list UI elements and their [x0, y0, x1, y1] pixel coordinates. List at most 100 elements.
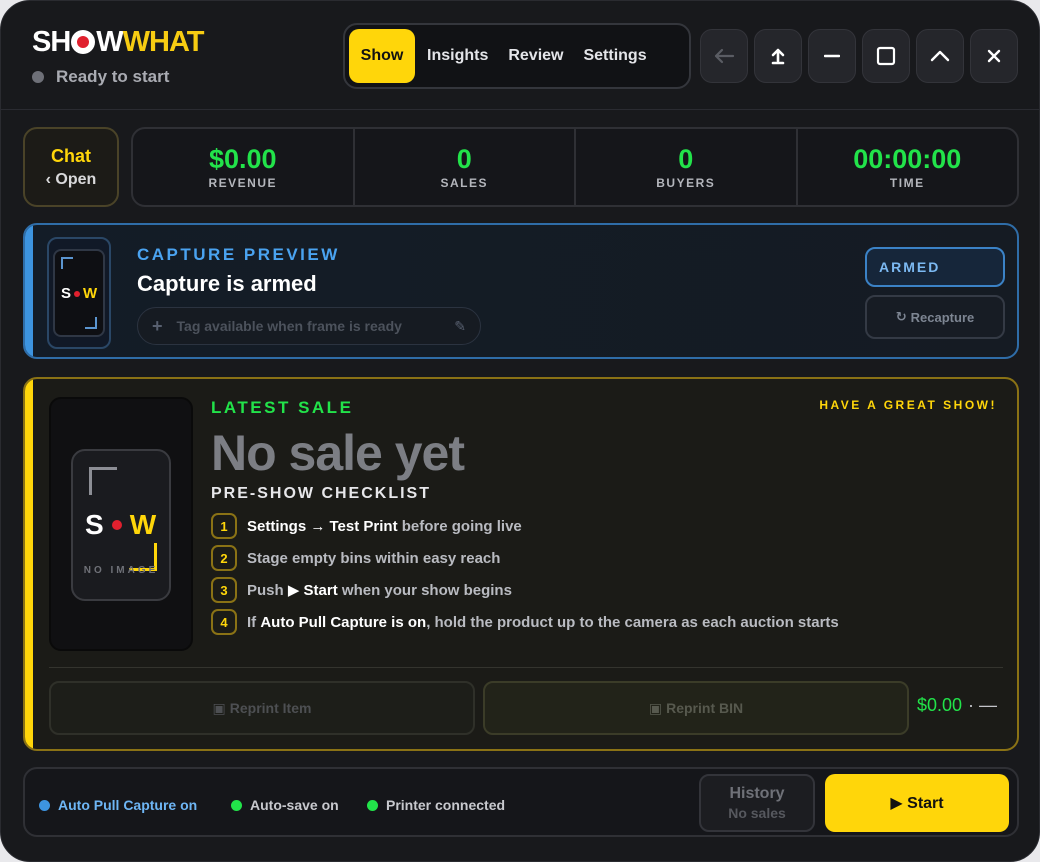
- stat-time-value: 00:00:00: [853, 144, 962, 174]
- status-dot-icon: [367, 799, 378, 811]
- reprint-bin-label: Reprint BIN: [666, 700, 744, 716]
- logo-text-w: W: [96, 26, 123, 58]
- refresh-icon: ↻: [895, 309, 907, 324]
- app-window: SH WWHAT Ready to start Show Insights Rev…: [0, 0, 1040, 862]
- record-dot-icon: [74, 290, 81, 297]
- armed-button[interactable]: ARMED: [865, 247, 1005, 287]
- tab-review[interactable]: Review: [500, 29, 571, 83]
- checklist-item: 1 Settings → Test Print before going liv…: [211, 513, 522, 539]
- status-dot-icon: [231, 799, 242, 811]
- close-button[interactable]: [970, 29, 1018, 83]
- stat-sales: 0 SALES: [355, 129, 576, 205]
- stat-buyers-value: 0: [678, 144, 694, 174]
- capture-accent-bar: [25, 225, 33, 357]
- capture-thumbnail[interactable]: S W: [47, 237, 111, 349]
- history-title: History: [729, 785, 785, 802]
- sale-image-placeholder: S W NO IMAGE: [49, 397, 193, 651]
- history-subtitle: No sales: [728, 805, 786, 821]
- stat-buyers: 0 BUYERS: [576, 129, 798, 205]
- placeholder-logo-s: S: [85, 509, 104, 540]
- thumbnail-logo-s: S: [61, 285, 72, 302]
- maximize-icon: [876, 46, 896, 66]
- checklist-number: 3: [211, 577, 237, 603]
- reprint-item-label: Reprint Item: [229, 700, 312, 716]
- stat-revenue-label: REVENUE: [208, 176, 277, 190]
- checklist-number: 2: [211, 545, 237, 571]
- sale-headline: No sale yet: [211, 425, 465, 481]
- checklist-title: PRE-SHOW CHECKLIST: [211, 485, 431, 502]
- stats-panel: $0.00 REVENUE 0 SALES 0 BUYERS 00:00:00 …: [131, 127, 1019, 207]
- latest-sale-kicker: LATEST SALE: [211, 398, 354, 417]
- tab-settings[interactable]: Settings: [575, 29, 654, 83]
- status-dot-icon: [39, 799, 50, 811]
- checklist-text: Settings → Test Print before going live: [247, 517, 522, 535]
- reprint-bin-button[interactable]: ▣ Reprint BIN: [483, 681, 909, 735]
- placeholder-logo: S W: [85, 509, 156, 541]
- frame-corner-icon: [89, 467, 117, 495]
- indicator-autosave: Auto-save on: [231, 797, 339, 813]
- back-button[interactable]: [700, 29, 748, 83]
- checklist-item: 2 Stage empty bins within easy reach: [211, 545, 500, 571]
- recapture-label: Recapture: [910, 309, 975, 325]
- chat-open-button[interactable]: Chat ‹ Open: [23, 127, 119, 207]
- reprint-item-button[interactable]: ▣ Reprint Item: [49, 681, 475, 735]
- indicator-label: Printer connected: [386, 797, 506, 813]
- app-logo: SH WWHAT: [32, 25, 204, 59]
- export-button[interactable]: [754, 29, 802, 83]
- thumbnail-logo-w: W: [83, 285, 98, 302]
- logo-text-sh: SH: [32, 26, 71, 58]
- minimize-button[interactable]: [808, 29, 856, 83]
- capture-title: Capture is armed: [137, 271, 317, 296]
- placeholder-logo-w: W: [129, 509, 157, 540]
- sale-price-value: $0.00: [917, 695, 963, 715]
- arrow-left-icon: [714, 48, 735, 64]
- indicator-label: Auto-save on: [250, 797, 339, 813]
- indicator-auto-pull: Auto Pull Capture on: [39, 797, 197, 813]
- chevron-up-icon: [930, 50, 950, 62]
- no-image-label: NO IMAGE: [83, 565, 159, 576]
- recapture-button[interactable]: ↻ Recapture: [865, 295, 1005, 339]
- pencil-icon: ✎: [454, 317, 466, 334]
- tag-input[interactable]: + Tag available when frame is ready ✎: [137, 307, 481, 345]
- maximize-button[interactable]: [862, 29, 910, 83]
- logo-record-dot: [71, 30, 96, 54]
- capture-kicker: CAPTURE PREVIEW: [137, 245, 340, 264]
- sale-accent-bar: [25, 379, 33, 749]
- history-button[interactable]: History No sales: [699, 774, 815, 832]
- latest-sale-panel: S W NO IMAGE LATEST SALE HAVE A GREAT SH…: [23, 377, 1019, 751]
- indicator-printer: Printer connected: [367, 797, 505, 813]
- main-tabs: Show Insights Review Settings: [343, 23, 691, 89]
- tab-show[interactable]: Show: [349, 29, 415, 83]
- sale-divider: [49, 667, 1003, 668]
- greeting-text: HAVE A GREAT SHOW!: [819, 398, 997, 412]
- checklist-text: Stage empty bins within easy reach: [247, 549, 501, 567]
- frame-corner-icon: [85, 317, 97, 329]
- tab-insights[interactable]: Insights: [419, 29, 496, 83]
- frame-corner-icon: [61, 257, 73, 269]
- stat-time: 00:00:00 TIME: [798, 129, 1018, 205]
- printer-icon: ▣: [212, 699, 226, 716]
- start-button[interactable]: ▶ Start: [825, 774, 1009, 832]
- checklist-number: 4: [211, 609, 237, 635]
- close-icon: [987, 49, 1001, 63]
- checklist-number: 1: [211, 513, 237, 539]
- checklist-text: If Auto Pull Capture is on, hold the pro…: [247, 613, 839, 631]
- stat-revenue: $0.00 REVENUE: [133, 129, 355, 205]
- checklist-item: 4 If Auto Pull Capture is on, hold the p…: [211, 609, 839, 635]
- upload-icon: [771, 48, 785, 65]
- capture-preview-panel: S W CAPTURE PREVIEW Capture is armed + T…: [23, 223, 1019, 359]
- record-dot-icon: [111, 520, 122, 530]
- collapse-button[interactable]: [916, 29, 964, 83]
- stat-sales-label: SALES: [440, 176, 488, 190]
- indicator-label: Auto Pull Capture on: [58, 797, 198, 813]
- chat-open-label: ‹ Open: [45, 170, 97, 188]
- logo-text-what: WHAT: [122, 26, 205, 58]
- header-divider: [1, 109, 1039, 110]
- status-dot-icon: [32, 71, 44, 83]
- stat-buyers-label: BUYERS: [656, 176, 716, 190]
- minimize-icon: [824, 54, 840, 58]
- chat-title: Chat: [51, 145, 91, 166]
- thumbnail-logo: S W: [61, 285, 97, 302]
- sale-price: $0.00 · —: [917, 695, 997, 716]
- connection-status: Ready to start: [32, 67, 169, 87]
